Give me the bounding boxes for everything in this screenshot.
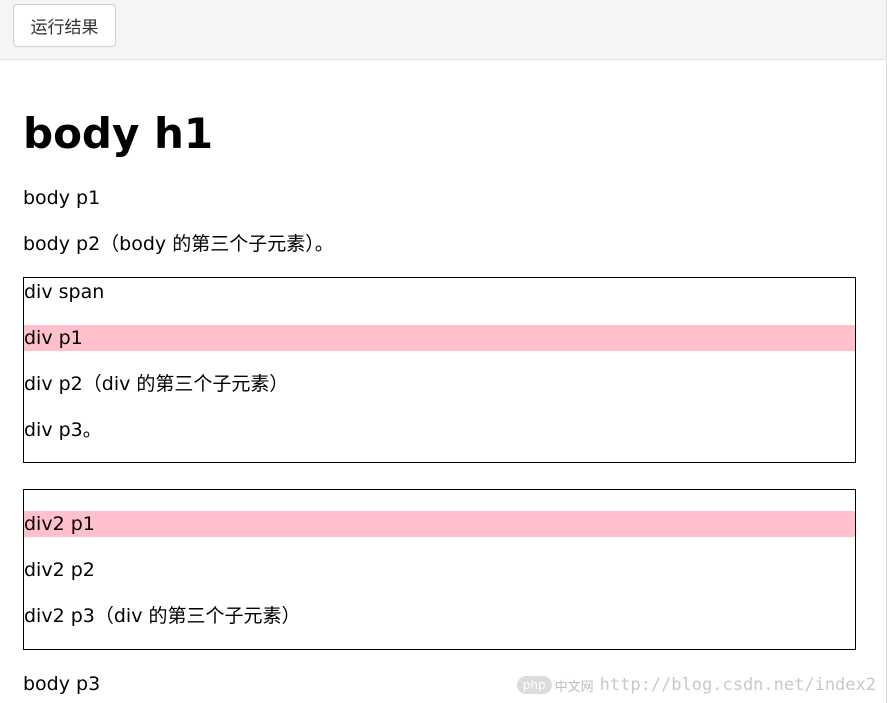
div-container-1: div span div p1 div p2（div 的第三个子元素） div … <box>23 277 856 463</box>
body-p2: body p2（body 的第三个子元素）。 <box>23 233 334 255</box>
run-result-button[interactable]: 运行结果 <box>13 4 116 47</box>
body-p1: body p1 <box>23 187 101 209</box>
div2-p3: div2 p3（div 的第三个子元素） <box>24 605 301 627</box>
result-panel: 运行结果 body h1 body p1 body p2（body 的第三个子元… <box>0 0 887 703</box>
toolbar: 运行结果 <box>0 0 886 60</box>
div-p1: div p1 <box>24 325 855 351</box>
div2-p1: div2 p1 <box>24 511 855 537</box>
div-p2: div p2（div 的第三个子元素） <box>24 373 289 395</box>
php-logo-icon: php 中文网 <box>516 676 594 695</box>
watermark-logo: php <box>516 676 552 694</box>
div-container-2: div2 p1 div2 p2 div2 p3（div 的第三个子元素） <box>23 489 856 650</box>
body-p3: body p3 <box>23 673 101 695</box>
result-content: body h1 body p1 body p2（body 的第三个子元素）。 d… <box>0 61 886 703</box>
div-span: div span <box>24 281 105 303</box>
watermark-url: http://blog.csdn.net/index2 <box>599 675 876 695</box>
div2-p2: div2 p2 <box>24 559 95 581</box>
div-p3: div p3。 <box>24 419 102 441</box>
watermark: php 中文网 http://blog.csdn.net/index2 <box>516 675 876 695</box>
watermark-logo-text: 中文网 <box>554 679 594 695</box>
body-h1: body h1 <box>23 109 214 158</box>
